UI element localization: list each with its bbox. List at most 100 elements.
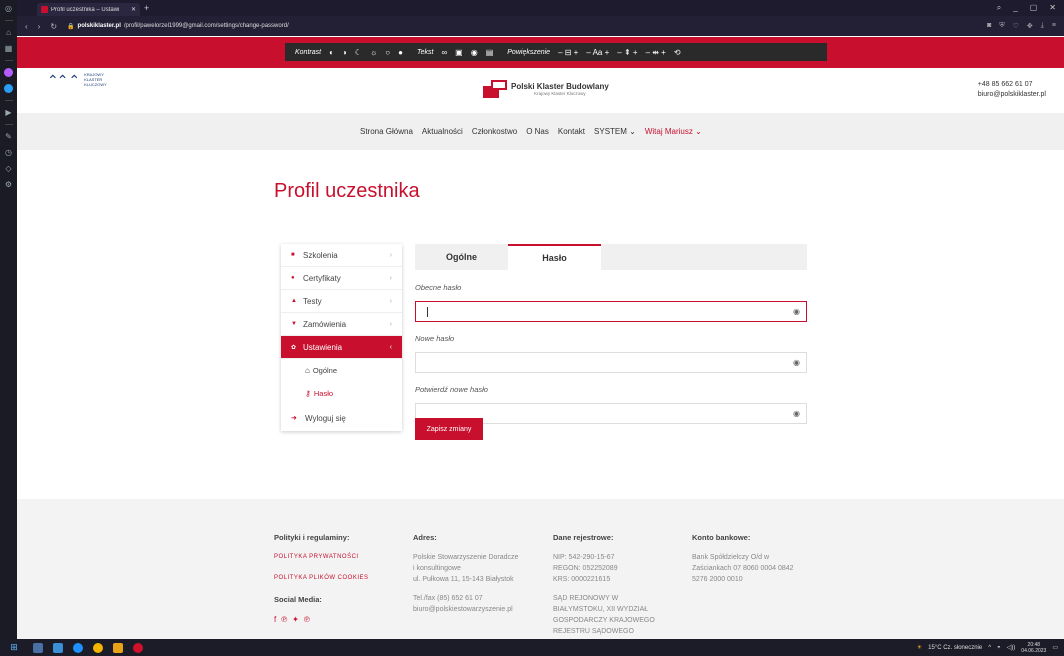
extensions-icon[interactable]: ▦ (4, 44, 13, 53)
pkb-logo-text: Polski Klaster Budowlany Krajowy Klaster… (511, 82, 609, 96)
pinterest-alt-icon[interactable]: ℗ (304, 614, 310, 625)
opera-icon[interactable] (133, 642, 143, 653)
facebook-icon[interactable]: f (274, 614, 276, 625)
close-tab-icon[interactable]: ✕ (131, 6, 136, 13)
logout-label: Wyloguj się (305, 413, 346, 423)
url-field[interactable]: 🔒 polskiklaster.pl/profil/pawelorzel1999… (67, 23, 289, 30)
nav-membership[interactable]: Członkostwo (472, 127, 517, 136)
footer-address: Adres: Polskie Stowarzyszenie Doradcze i… (413, 532, 518, 615)
eye-icon[interactable]: ◉ (793, 358, 800, 367)
sidemenu-sub-password[interactable]: ⚷ Hasło (281, 382, 402, 405)
tray-volume-icon[interactable]: ◁)) (1007, 644, 1016, 651)
back-button[interactable]: ‹ (25, 22, 28, 31)
sidemenu-item-tests[interactable]: ▲ Testy › (281, 290, 402, 313)
shield-icon[interactable]: ⛨ (999, 22, 1004, 30)
tab-password[interactable]: Hasło (508, 244, 601, 270)
reload-button[interactable]: ↻ (50, 22, 57, 31)
taskbar-clock[interactable]: 20:48 04.06.2023 (1021, 642, 1046, 654)
task-view-icon[interactable] (53, 642, 63, 653)
eye-icon[interactable]: ◉ (793, 409, 800, 418)
link-highlight-icon[interactable]: ∞ (441, 48, 447, 57)
search-tabs-icon[interactable]: ⌕ (997, 3, 1001, 13)
nav-contact[interactable]: Kontakt (558, 127, 585, 136)
readable-font-icon[interactable]: ◉ (471, 48, 478, 57)
settings-icon[interactable]: ⚙ (4, 180, 13, 189)
zoom-page-control[interactable]: – ⊟ + (558, 48, 578, 57)
tab-general[interactable]: Ogólne (415, 244, 508, 270)
reset-icon[interactable]: ⟲ (674, 48, 681, 57)
forward-button[interactable]: › (38, 22, 41, 31)
privacy-policy-link[interactable]: Polityka prywatności (274, 552, 369, 563)
file-explorer-icon[interactable] (113, 642, 123, 653)
eye-icon[interactable]: ◉ (793, 307, 800, 316)
download-icon[interactable]: ⤓ (1041, 22, 1044, 30)
nav-about[interactable]: O Nas (526, 127, 549, 136)
save-changes-button[interactable]: Zapisz zmiany (415, 418, 483, 440)
bag-icon[interactable]: ⌂ (4, 28, 13, 37)
edge-icon[interactable] (73, 642, 83, 653)
player-icon[interactable]: ▶ (4, 108, 13, 117)
camera-icon[interactable]: ◙ (987, 22, 991, 30)
new-password-input[interactable]: ◉ (415, 352, 807, 373)
font-size-control[interactable]: – Aa + (586, 48, 609, 57)
header-phone[interactable]: +48 85 662 61 07 (978, 80, 1046, 90)
extensions-puzzle-icon[interactable]: ✥ (1027, 22, 1033, 30)
nav-system[interactable]: SYSTEM ⌄ (594, 127, 636, 136)
contrast-invert-icon[interactable]: ◑ (342, 48, 347, 57)
sidemenu-sub-general[interactable]: ⌂ Ogólne (281, 359, 402, 382)
chrome-icon[interactable] (93, 642, 103, 653)
cart-icon: ▼ (291, 321, 297, 327)
history-icon[interactable]: ◷ (4, 148, 13, 157)
heart-icon[interactable]: ♡ (1013, 22, 1019, 30)
header-email[interactable]: biuro@polskiklaster.pl (978, 90, 1046, 100)
twitter-icon[interactable] (4, 84, 13, 93)
close-window-button[interactable]: ✕ (1049, 3, 1056, 13)
start-button[interactable]: ⊞ (0, 639, 28, 656)
footer-email[interactable]: biuro@polskiestowarzyszenie.pl (413, 604, 518, 615)
current-password-input[interactable]: ◉ (415, 301, 807, 322)
header-contact: +48 85 662 61 07 biuro@polskiklaster.pl (978, 80, 1046, 100)
letter-spacing-control[interactable]: – ⇹ + (646, 48, 666, 57)
messenger-icon[interactable] (4, 68, 13, 77)
contrast-high-icon[interactable]: ◐ (329, 48, 334, 57)
pinterest-icon[interactable]: ℗ (281, 614, 287, 625)
sidemenu-item-settings[interactable]: ✿ Ustawienia ‹ (281, 336, 402, 359)
tray-chevron-icon[interactable]: ^ (988, 645, 991, 651)
weather-text[interactable]: 15°C Cz. słonecznie (928, 645, 982, 651)
chevron-right-icon: › (389, 251, 392, 259)
sidemenu-item-certificates[interactable]: ● Certyfikaty › (281, 267, 402, 290)
chevron-right-icon: › (389, 320, 392, 328)
edit-icon[interactable]: ✎ (4, 132, 13, 141)
logout-button[interactable]: ➜ Wyloguj się (281, 405, 402, 431)
text-block-icon[interactable]: ▤ (486, 48, 494, 57)
grayscale-icon[interactable]: ○ (385, 48, 390, 57)
browser-tab[interactable]: Profil uczestnika – Ustawi ✕ (37, 3, 140, 16)
chevron-right-icon: › (389, 274, 392, 282)
line-height-control[interactable]: – ⇞ + (617, 48, 637, 57)
sidemenu-item-trainings[interactable]: ■ Szkolenia › (281, 244, 402, 267)
notifications-icon[interactable]: ▭ (1052, 644, 1058, 651)
light-mode-icon[interactable]: ☼ (370, 48, 377, 57)
nav-user-menu[interactable]: Witaj Mariusz ⌄ (645, 127, 702, 136)
contrast-reset-icon[interactable]: ● (398, 48, 403, 57)
tray-network-icon[interactable]: ◓ (997, 645, 1001, 651)
dark-mode-icon[interactable]: ☾ (355, 48, 362, 57)
minimize-button[interactable]: _ (1013, 3, 1017, 13)
maximize-button[interactable]: ▢ (1030, 3, 1038, 13)
twitter-icon[interactable]: ✦ (292, 614, 299, 625)
nav-news[interactable]: Aktualności (422, 127, 463, 136)
kkk-logo[interactable]: ⌃⌃ ⌃ Krajowy Klaster Kluczowy (47, 72, 107, 87)
text-format-icon[interactable]: ▣ (455, 48, 463, 57)
pkb-logo[interactable]: Polski Klaster Budowlany Krajowy Klaster… (483, 80, 609, 98)
browser-tabbar: Profil uczestnika – Ustawi ✕ + ⌕ _ ▢ ✕ (17, 0, 1064, 16)
nav-home[interactable]: Strona Główna (360, 127, 413, 136)
window-controls: ⌕ _ ▢ ✕ (997, 3, 1064, 13)
widgets-icon[interactable] (33, 642, 43, 653)
cube-icon[interactable]: ◇ (4, 164, 13, 173)
menu-icon[interactable]: ≡ (1052, 22, 1056, 30)
opera-logo-icon[interactable]: ◎ (4, 4, 13, 13)
cookies-policy-link[interactable]: Polityka plików cookies (274, 573, 369, 584)
sidemenu-item-label: Zamówienia (303, 319, 347, 329)
sidemenu-item-orders[interactable]: ▼ Zamówienia › (281, 313, 402, 336)
new-tab-button[interactable]: + (144, 3, 149, 13)
